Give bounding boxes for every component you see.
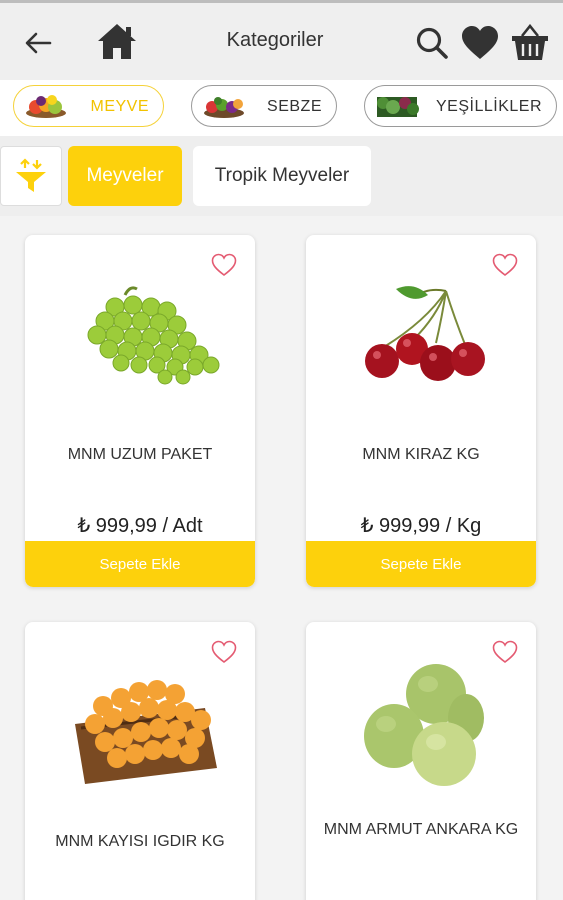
category-pill-yesillikler[interactable]: YEŞİLLİKLER — [364, 85, 557, 127]
vegetable-thumbnail-icon — [204, 97, 244, 118]
subtab-meyveler[interactable]: Meyveler — [68, 146, 182, 206]
filter-button[interactable] — [0, 146, 62, 206]
back-arrow-icon[interactable] — [20, 25, 56, 61]
home-icon[interactable] — [94, 19, 140, 63]
favorite-heart-icon[interactable] — [211, 253, 237, 277]
product-name: MNM KAYISI IGDIR KG — [55, 833, 225, 850]
pears-image — [364, 664, 484, 786]
category-label: SEBZE — [267, 98, 322, 115]
add-to-cart-button[interactable]: Sepete Ekle — [25, 541, 255, 587]
filter-funnel-icon — [16, 158, 46, 192]
product-price: ₺ 999,99 / Kg — [360, 515, 482, 537]
product-card[interactable]: MNM UZUM PAKET ₺ 999,99 / Adt Sepete Ekl… — [25, 235, 255, 587]
favorite-heart-icon[interactable] — [492, 253, 518, 277]
fruit-thumbnail-icon — [26, 95, 66, 118]
apricot-basket-image — [75, 680, 217, 784]
page-title: Kategoriler — [226, 29, 324, 51]
category-label: YEŞİLLİKLER — [436, 98, 542, 115]
favorites-heart-icon[interactable] — [458, 23, 502, 63]
basket-icon[interactable] — [508, 21, 552, 65]
subcategory-bar: Meyveler Tropik Meyveler — [0, 136, 563, 216]
product-card[interactable]: MNM KAYISI IGDIR KG — [25, 622, 255, 900]
product-price: ₺ 999,99 / Adt — [77, 515, 203, 537]
green-grapes-image — [87, 286, 220, 385]
product-name: MNM KIRAZ KG — [362, 446, 480, 463]
product-name: MNM UZUM PAKET — [67, 446, 213, 463]
category-label: MEYVE — [90, 98, 149, 115]
top-app-bar: Kategoriler — [0, 0, 563, 80]
cherries-image — [365, 286, 485, 381]
product-card[interactable]: MNM KIRAZ KG ₺ 999,99 / Kg Sepete Ekle — [306, 235, 536, 587]
category-bar: MEYVE SEBZE YEŞİLLİKLER — [0, 80, 563, 136]
greens-thumbnail-icon — [377, 97, 419, 117]
product-name: MNM ARMUT ANKARA KG — [323, 821, 519, 838]
category-pill-meyve[interactable]: MEYVE — [13, 85, 164, 127]
product-grid: MNM UZUM PAKET ₺ 999,99 / Adt Sepete Ekl… — [0, 216, 563, 900]
subtab-tropik-meyveler[interactable]: Tropik Meyveler — [193, 146, 371, 206]
add-to-cart-button[interactable]: Sepete Ekle — [306, 541, 536, 587]
product-card[interactable]: MNM ARMUT ANKARA KG — [306, 622, 536, 900]
search-icon[interactable] — [412, 23, 452, 63]
category-pill-sebze[interactable]: SEBZE — [191, 85, 337, 127]
